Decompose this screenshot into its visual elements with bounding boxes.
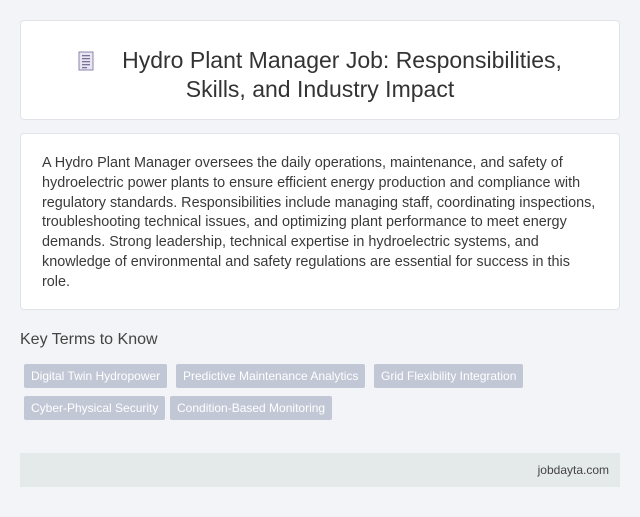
title-line-2: Skills, and Industry Impact xyxy=(185,76,455,102)
tag-digital-twin-hydropower[interactable]: Digital Twin Hydropower xyxy=(24,364,168,388)
footer-site-link[interactable]: jobdayta.com xyxy=(538,463,609,477)
tag-cyber-physical-security[interactable]: Cyber-Physical Security xyxy=(24,396,166,420)
page-title: Hydro Plant Manager Job: Responsibilitie… xyxy=(21,46,619,104)
intro-card: A Hydro Plant Manager oversees the daily… xyxy=(20,133,620,310)
title-line-1: Hydro Plant Manager Job: Responsibilitie… xyxy=(122,47,562,73)
tag-condition-based-monitoring[interactable]: Condition-Based Monitoring xyxy=(170,396,333,420)
footer: jobdayta.com xyxy=(20,453,620,487)
document-icon xyxy=(78,51,94,71)
intro-paragraph: A Hydro Plant Manager oversees the daily… xyxy=(42,155,596,290)
tag-predictive-maintenance-analytics[interactable]: Predictive Maintenance Analytics xyxy=(176,364,366,388)
tag-grid-flexibility-integration[interactable]: Grid Flexibility Integration xyxy=(374,364,524,388)
key-terms-heading: Key Terms to Know xyxy=(20,331,158,348)
title-card: Hydro Plant Manager Job: Responsibilitie… xyxy=(20,20,620,120)
